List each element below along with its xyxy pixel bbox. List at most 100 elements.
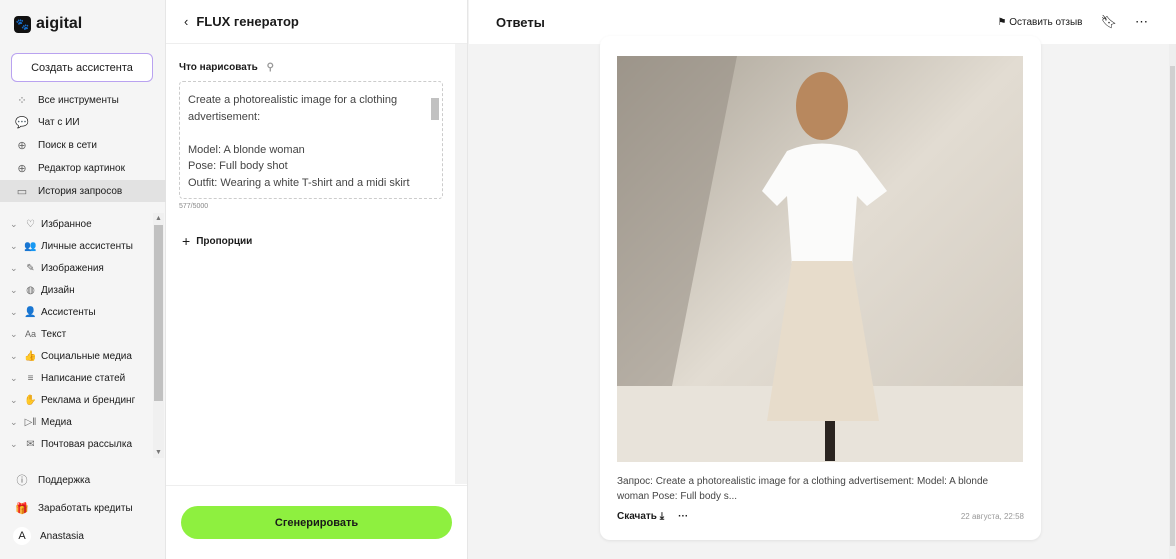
generator-footer: Сгенерировать [166, 485, 467, 559]
category-articles[interactable]: ⌄ ≡ Написание статей [0, 367, 166, 389]
avatar: A [13, 527, 31, 545]
more-options-icon[interactable]: ··· [678, 511, 688, 522]
folder-icon: ▭ [16, 185, 28, 198]
panel-scrollbar[interactable] [455, 44, 467, 484]
grid-icon: ⁘ [17, 94, 27, 107]
category-social[interactable]: ⌄ 👍 Социальные медиа [0, 345, 166, 367]
chat-icon: 💬 [15, 116, 29, 129]
category-label: Реклама и брендинг [41, 394, 136, 406]
category-personal[interactable]: ⌄ 👥 Личные ассистенты [0, 235, 166, 257]
answers-title: Ответы [496, 14, 545, 30]
nav-label: Редактор картинок [38, 162, 125, 174]
generate-button[interactable]: Сгенерировать [181, 506, 452, 539]
prompt-label-text: Что нарисовать [179, 62, 258, 73]
category-media[interactable]: ⌄ ▷‖ Медиа [0, 411, 166, 433]
user-profile[interactable]: A Anastasia [0, 525, 166, 547]
category-design[interactable]: ⌄ ◍ Дизайн [0, 279, 166, 301]
chevron-down-icon: ⌄ [10, 372, 18, 383]
result-date: 22 августа, 22:58 [960, 512, 1024, 521]
more-icon[interactable]: ⋯ [1135, 14, 1148, 30]
assistant-icon: 👤 [24, 306, 37, 318]
category-mail[interactable]: ⌄ ✉ Почтовая рассылка [0, 433, 166, 455]
bookmark-icon[interactable]: 🔖︎ [1100, 14, 1117, 30]
sidebar-scrollbar[interactable]: ▲ ▼ [153, 213, 164, 458]
chevron-down-icon: ⌄ [10, 350, 18, 361]
prompt-textarea[interactable]: Create a photorealistic image for a clot… [179, 81, 443, 199]
category-label: Дизайн [41, 284, 75, 296]
nav-label: История запросов [38, 185, 123, 197]
back-icon[interactable]: ‹ [184, 14, 188, 29]
create-assistant-button[interactable]: Создать ассистента [11, 53, 153, 82]
nav-label: Поиск в сети [38, 139, 97, 151]
generated-image[interactable] [617, 56, 1023, 462]
text-icon: Aa [24, 329, 36, 339]
category-label: Ассистенты [41, 306, 96, 318]
download-button[interactable]: Скачать ⤓ [617, 511, 664, 522]
chevron-down-icon: ⌄ [10, 240, 18, 251]
chevron-down-icon: ⌄ [10, 328, 18, 339]
proportions-label: Пропорции [196, 235, 253, 247]
prompt-text: Create a photorealistic image for a clot… [188, 94, 410, 189]
play-pause-icon: ▷‖ [24, 416, 37, 428]
chevron-down-icon: ⌄ [10, 394, 18, 405]
category-ads[interactable]: ⌄ ✋ Реклама и брендинг [0, 389, 166, 411]
earn-credits-link[interactable]: 🎁 Заработать кредиты [0, 497, 166, 519]
category-favorites[interactable]: ⌄ ♡ Избранное [0, 213, 166, 235]
answers-scrollbar[interactable] [1169, 44, 1176, 559]
scroll-thumb[interactable] [154, 225, 163, 401]
category-text[interactable]: ⌄ Aa Текст [0, 323, 166, 345]
globe-icon: ⊕ [17, 139, 27, 152]
nav-image-editor[interactable]: ⊕ Редактор картинок [0, 157, 166, 179]
help-icon: ⓘ [16, 475, 28, 487]
nav-label: Все инструменты [38, 94, 119, 106]
gift-icon: 🎁 [15, 502, 29, 515]
proportions-button[interactable]: + Пропорции [182, 233, 252, 249]
nav-all-tools[interactable]: ⁘ Все инструменты [0, 89, 166, 111]
sidebar: 🐾 aigital Создать ассистента ⁘ Все инструм… [0, 0, 166, 559]
brush-icon: ✎ [26, 262, 35, 274]
mail-icon: ✉ [26, 438, 35, 450]
plus-icon: + [182, 233, 191, 249]
nav-label: Чат с ИИ [38, 116, 80, 128]
chevron-down-icon: ⌄ [10, 306, 18, 317]
feedback-label: Оставить отзыв [1009, 16, 1083, 28]
result-card: Запрос: Create a photorealistic image fo… [600, 36, 1041, 540]
earn-label: Заработать кредиты [38, 502, 133, 514]
textarea-scrollbar[interactable] [430, 86, 440, 194]
flag-icon: ⚑ [997, 16, 1007, 28]
chevron-down-icon: ⌄ [10, 262, 18, 273]
category-label: Изображения [41, 262, 104, 274]
chevron-down-icon: ⌄ [10, 218, 18, 229]
nav-web-search[interactable]: ⊕ Поиск в сети [0, 134, 166, 156]
scroll-down-icon[interactable]: ▼ [155, 449, 162, 456]
feedback-button[interactable]: ⚑ Оставить отзыв [997, 17, 1082, 28]
pin-icon: ⚲ [266, 62, 274, 73]
category-label: Избранное [41, 218, 92, 230]
category-label: Социальные медиа [41, 350, 132, 362]
category-images[interactable]: ⌄ ✎ Изображения [0, 257, 166, 279]
paw-icon: 🐾 [14, 15, 31, 33]
download-label: Скачать [617, 511, 657, 522]
category-label: Медиа [41, 416, 72, 428]
generator-panel: ‹ FLUX генератор Что нарисовать ⚲ Create … [166, 0, 468, 559]
nav-chat[interactable]: 💬 Чат с ИИ [0, 111, 166, 133]
logo-text: aigital [36, 15, 83, 32]
nav-history[interactable]: ▭ История запросов [0, 180, 166, 202]
category-label: Личные ассистенты [41, 240, 133, 252]
support-link[interactable]: ⓘ Поддержка [0, 469, 166, 491]
category-label: Текст [41, 328, 67, 340]
download-icon: ⤓ [659, 511, 665, 522]
char-counter: 577/5000 [179, 203, 209, 210]
hand-icon: ✋ [24, 394, 37, 406]
prompt-label: Что нарисовать ⚲ [179, 62, 274, 73]
support-label: Поддержка [38, 474, 91, 486]
query-text: Запрос: Create a photorealistic image fo… [617, 476, 989, 502]
category-label: Написание статей [41, 372, 126, 384]
user-name: Anastasia [40, 530, 84, 542]
generator-header: ‹ FLUX генератор [166, 0, 467, 44]
category-assistants[interactable]: ⌄ 👤 Ассистенты [0, 301, 166, 323]
logo[interactable]: 🐾 aigital [14, 15, 82, 33]
category-label: Почтовая рассылка [41, 438, 133, 450]
chevron-down-icon: ⌄ [10, 438, 18, 449]
scroll-up-icon[interactable]: ▲ [155, 215, 162, 222]
